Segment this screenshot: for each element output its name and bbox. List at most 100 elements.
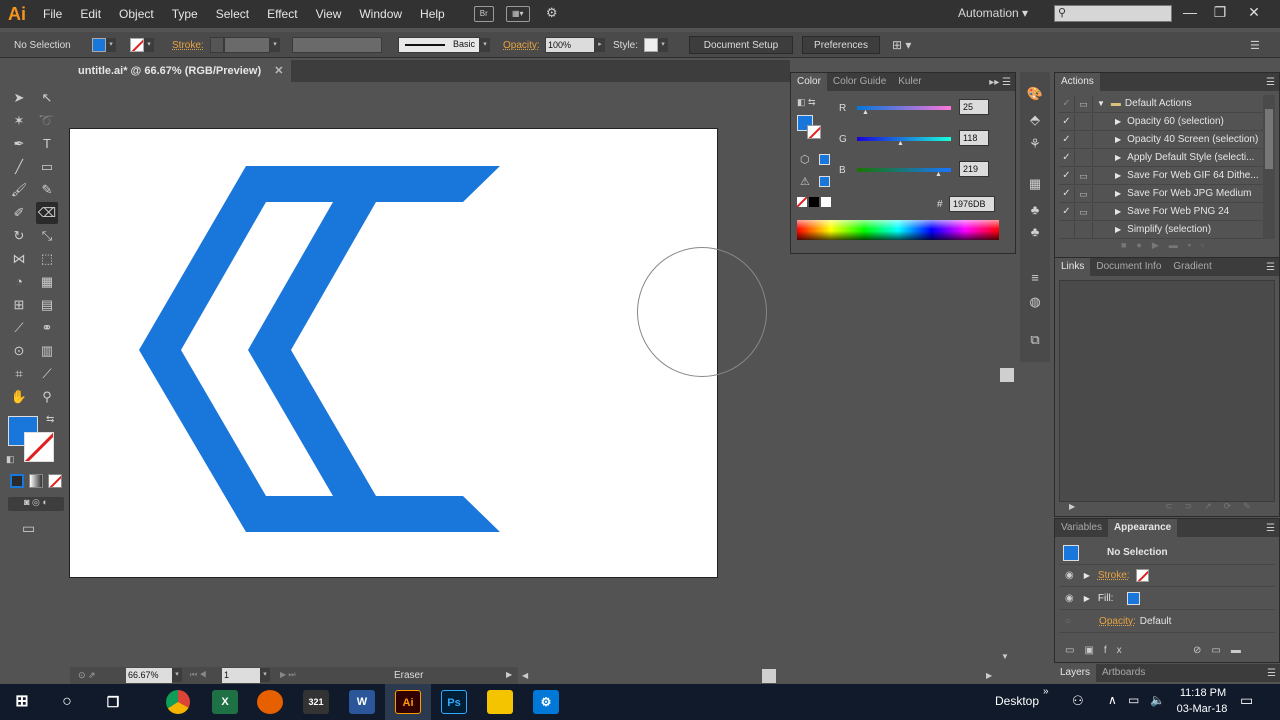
action-controls-icons[interactable]: ■●▶▬▪▫	[1121, 240, 1214, 251]
appearance-fill-row[interactable]: ◉ ▶ Fill:	[1059, 588, 1275, 610]
dialog-toggle-icon[interactable]: ▭	[1075, 167, 1093, 184]
play-arrow-icon[interactable]: ▶	[1115, 225, 1121, 234]
zoom-tool-icon[interactable]: ⚲	[36, 386, 58, 408]
swap-fill-stroke-icon[interactable]: ◧ ⇆	[797, 97, 816, 108]
symbols-icon[interactable]: ⚘	[1026, 136, 1044, 154]
align-icon[interactable]: ≡	[1026, 270, 1044, 288]
free-transform-tool-icon[interactable]: ⬚	[36, 248, 58, 270]
action-center-icon[interactable]: ▭	[1240, 692, 1253, 709]
gradient-tool-icon[interactable]: ▤	[36, 294, 58, 316]
appearance-controls-icons[interactable]: ▭▣fx	[1065, 645, 1132, 656]
links-list[interactable]	[1059, 280, 1275, 502]
toggle-check-icon[interactable]: ✓	[1059, 113, 1075, 130]
close-button[interactable]: ✕	[1242, 2, 1266, 22]
toggle-check-icon[interactable]: ✓	[1059, 167, 1075, 184]
action-set-row[interactable]: ✓ ▭ ▼ ▬ Default Actions	[1059, 95, 1269, 113]
cortana-search-icon[interactable]: ○	[54, 690, 80, 714]
close-tab-icon[interactable]: ✕	[274, 65, 283, 77]
artwork-chevron-shape[interactable]	[70, 129, 719, 579]
white-color-swatch[interactable]	[821, 197, 831, 207]
dialog-toggle-icon[interactable]: ▭	[1075, 95, 1093, 112]
r-slider[interactable]	[857, 106, 951, 110]
dialog-toggle-icon[interactable]: ▭	[1075, 185, 1093, 202]
arrange-documents-icon[interactable]: ▦▾	[505, 6, 530, 22]
stroke-weight-field[interactable]	[224, 37, 270, 53]
artboard[interactable]	[69, 128, 718, 578]
toolbar-expand-icon[interactable]: »	[1043, 686, 1049, 697]
line-tool-icon[interactable]: ╱	[8, 156, 30, 178]
toggle-check-icon[interactable]: ✓	[1059, 185, 1075, 202]
clock-time[interactable]: 11:18 PM	[1178, 687, 1228, 699]
color-mode-button[interactable]	[10, 474, 24, 488]
gpu-performance-icon[interactable]: ⚙	[542, 6, 562, 22]
r-value-field[interactable]: 25	[959, 99, 989, 115]
play-arrow-icon[interactable]: ▶	[1115, 135, 1121, 144]
horizontal-scroll-thumb[interactable]	[762, 669, 776, 683]
web-safe-swatch[interactable]	[819, 154, 830, 165]
eyedropper-tool-icon[interactable]: ⟋	[8, 317, 30, 339]
preferences-button[interactable]: Preferences	[802, 36, 880, 54]
eraser-tool-icon[interactable]: ⌫	[36, 202, 58, 224]
color-spectrum-bar[interactable]	[797, 220, 999, 240]
fill-swatch-control[interactable]: ▾	[92, 32, 116, 58]
zoom-dropdown-icon[interactable]: ▾	[172, 668, 182, 682]
expand-arrow-icon[interactable]: ▶	[1084, 571, 1090, 580]
toggle-check-icon[interactable]: ✓	[1059, 149, 1075, 166]
lasso-tool-icon[interactable]: ➰	[36, 110, 58, 132]
stroke-weight-stepper[interactable]	[210, 37, 224, 53]
appearance-stroke-row[interactable]: ◉ ▶ Stroke:	[1059, 565, 1275, 587]
appearance-menu-icon[interactable]: ☰	[1266, 523, 1279, 534]
opacity-field[interactable]: 100%	[545, 37, 595, 53]
appearance-opacity-label[interactable]: Opacity:	[1099, 616, 1136, 627]
hex-value-field[interactable]: 1976DB	[949, 196, 995, 212]
b-slider-thumb[interactable]: ▲	[935, 171, 942, 178]
gradient-mode-button[interactable]	[29, 474, 43, 488]
menu-object[interactable]: Object	[110, 0, 163, 28]
none-color-swatch[interactable]	[797, 197, 807, 207]
swap-colors-icon[interactable]: ⇆	[46, 414, 54, 425]
action-item[interactable]: ▶ Simplify (selection)	[1059, 221, 1269, 239]
task-view-icon[interactable]: ❐	[100, 690, 126, 714]
action-item[interactable]: ✓ ▶ Apply Default Style (selecti...	[1059, 149, 1269, 167]
zoom-field[interactable]: 66.67%	[126, 668, 172, 683]
tab-appearance[interactable]: Appearance	[1107, 519, 1178, 537]
document-setup-button[interactable]: Document Setup	[689, 36, 793, 54]
tab-actions[interactable]: Actions	[1055, 73, 1100, 91]
desktop-toolbar[interactable]: Desktop	[995, 694, 1039, 708]
menu-type[interactable]: Type	[163, 0, 207, 28]
chrome-icon[interactable]	[166, 690, 190, 714]
menu-file[interactable]: File	[34, 0, 71, 28]
r-slider-thumb[interactable]: ▲	[862, 109, 869, 116]
pencil-tool-icon[interactable]: ✎	[36, 179, 58, 201]
tab-gradient[interactable]: Gradient	[1167, 258, 1217, 276]
visibility-eye-icon[interactable]: ◉	[1065, 593, 1074, 604]
club-icon[interactable]: ♣	[1026, 224, 1044, 242]
status-menu-icon[interactable]: ▶	[506, 670, 512, 679]
search-input[interactable]: ⚲	[1054, 5, 1172, 22]
graph-tool-icon[interactable]: ▥	[36, 340, 58, 362]
screen-mode-icon[interactable]: ▭	[22, 520, 35, 537]
dialog-toggle-icon[interactable]: ▭	[1075, 203, 1093, 220]
default-colors-icon[interactable]: ◧	[6, 454, 15, 465]
tab-artboards[interactable]: Artboards	[1096, 664, 1151, 682]
dev-tool-icon[interactable]: ⚙	[533, 690, 559, 714]
expand-icon[interactable]: ▼	[1097, 99, 1105, 108]
appearance-fill-swatch[interactable]	[1127, 592, 1141, 605]
menu-effect[interactable]: Effect	[258, 0, 306, 28]
actions-menu-icon[interactable]: ☰	[1266, 77, 1279, 88]
document-tab[interactable]: untitle.ai* @ 66.67% (RGB/Preview) ✕	[70, 60, 292, 82]
people-icon[interactable]: ⚇	[1072, 693, 1084, 709]
media-player-icon[interactable]: 321	[303, 690, 329, 714]
transform-icon[interactable]: ⧉	[1026, 332, 1044, 350]
first-artboard-icon[interactable]: ⏮ ◀	[190, 670, 207, 680]
appearance-opacity-row[interactable]: ○ Opacity: Default	[1059, 611, 1275, 633]
toggle-check-icon[interactable]: ✓	[1059, 203, 1075, 220]
minimize-button[interactable]: —	[1178, 2, 1202, 22]
arrange-icon[interactable]: ⊞ ▾	[892, 32, 911, 58]
workspace-switcher[interactable]: Automation ▾	[958, 6, 1028, 20]
g-slider-thumb[interactable]: ▲	[897, 140, 904, 147]
variable-width-profile[interactable]	[292, 37, 382, 53]
play-arrow-icon[interactable]: ▶	[1115, 153, 1121, 162]
network-icon[interactable]: ▭	[1128, 693, 1139, 707]
photoshop-taskbar-icon[interactable]: Ps	[441, 690, 467, 714]
